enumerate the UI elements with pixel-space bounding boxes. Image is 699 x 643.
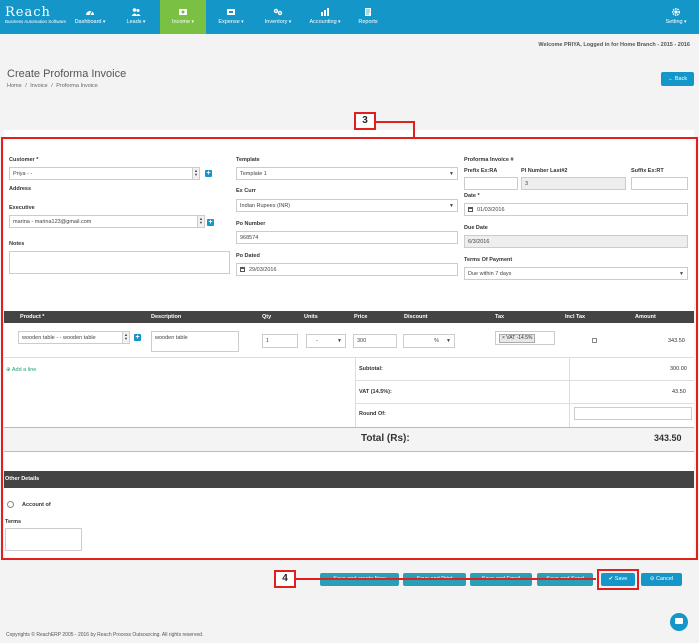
- welcome-message: Welcome PRIYA, Logged in for Home Branch…: [538, 42, 690, 48]
- nav-income-label: Income: [172, 19, 194, 25]
- nav-expense-label: Expense: [218, 19, 243, 25]
- nav-leads-label: Leads: [127, 19, 146, 25]
- expense-icon: [227, 9, 235, 15]
- cancel-button[interactable]: ⊘ Cancel: [641, 573, 682, 586]
- annotation-connector: [296, 578, 596, 580]
- nav-reports-label: Reports: [358, 19, 378, 25]
- logo-tagline: Business Automation Software: [5, 19, 67, 24]
- annotation-box-3: [1, 137, 698, 560]
- breadcrumb-sep: /: [25, 83, 27, 89]
- annotation-connector: [376, 121, 415, 123]
- annotation-label-4: 4: [274, 570, 296, 588]
- nav-expense[interactable]: Expense: [210, 0, 252, 34]
- brand-logo[interactable]: Reach Business Automation Software: [5, 6, 66, 25]
- nav-setting[interactable]: Setting: [657, 0, 695, 34]
- nav-accounting[interactable]: Accounting: [302, 0, 348, 34]
- annotation-box-4: [597, 569, 639, 590]
- dashboard-icon: [86, 10, 94, 16]
- breadcrumb-proforma: Proforma Invoice: [56, 83, 98, 89]
- nav-dashboard[interactable]: Dashboard: [68, 0, 112, 34]
- nav-income[interactable]: Income: [160, 0, 206, 34]
- income-icon: [179, 9, 187, 15]
- breadcrumb-sep: /: [51, 83, 53, 89]
- accounting-icon: [321, 8, 329, 16]
- annotation-label-3: 3: [354, 112, 376, 130]
- page-title: Create Proforma Invoice: [7, 68, 127, 80]
- nav-accounting-label: Accounting: [309, 19, 340, 25]
- nav-dashboard-label: Dashboard: [75, 19, 106, 25]
- leads-icon: [131, 8, 141, 16]
- nav-inventory-label: Inventory: [265, 19, 292, 25]
- nav-reports[interactable]: Reports: [350, 0, 386, 34]
- annotation-connector: [413, 121, 415, 138]
- nav-leads[interactable]: Leads: [116, 0, 156, 34]
- gear-icon: [671, 7, 681, 17]
- inventory-icon: [273, 8, 283, 16]
- top-navbar: Reach Business Automation Software Dashb…: [0, 0, 699, 34]
- nav-inventory[interactable]: Inventory: [256, 0, 300, 34]
- reports-icon: [365, 8, 371, 16]
- breadcrumb: Home / Invoice / Proforma Invoice: [7, 83, 100, 89]
- copyright-footer: Copyrights © ReachERP 2005 - 2016 by Rea…: [6, 632, 204, 638]
- back-button[interactable]: ← Back: [661, 72, 694, 86]
- breadcrumb-home[interactable]: Home: [7, 83, 22, 89]
- breadcrumb-invoice[interactable]: Invoice: [30, 83, 47, 89]
- nav-setting-label: Setting: [665, 19, 686, 25]
- logo-text: Reach: [5, 5, 51, 20]
- chat-icon[interactable]: [670, 613, 688, 631]
